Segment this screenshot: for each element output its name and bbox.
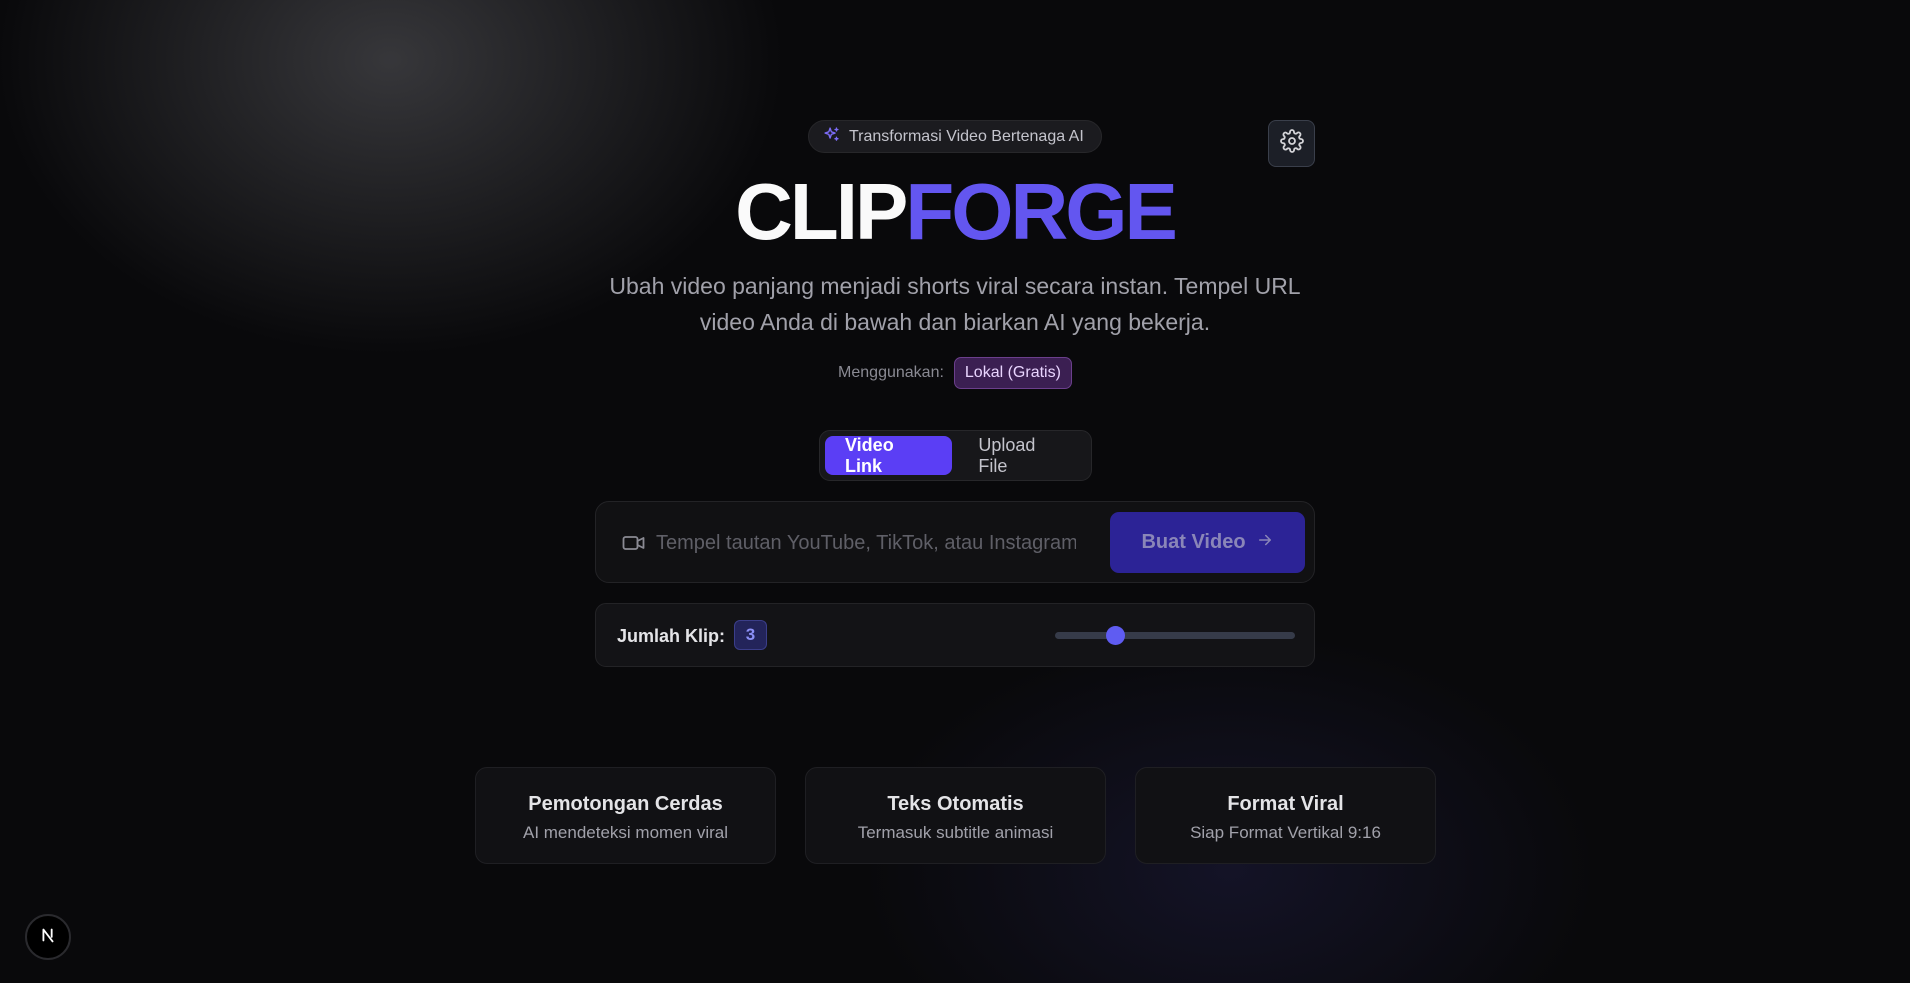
engine-label: Menggunakan: [838, 364, 944, 381]
url-form: Buat Video [595, 501, 1315, 583]
feature-description: Siap Format Vertikal 9:16 [1190, 823, 1381, 842]
app-title: CLIPFORGE [0, 167, 1910, 257]
feature-title: Format Viral [1227, 793, 1344, 815]
video-url-input[interactable] [656, 522, 1076, 564]
app-subtitle: Ubah video panjang menjadi shorts viral … [609, 273, 1301, 335]
feature-card-smart-cut: Pemotongan Cerdas AI mendeteksi momen vi… [475, 767, 776, 864]
title-clip: CLIP [735, 167, 908, 256]
sparkles-icon [823, 126, 840, 148]
clip-count-value: 3 [734, 620, 767, 650]
app-root: Transformasi Video Bertenaga AI CLIPFORG… [0, 0, 1910, 983]
ai-badge-label: Transformasi Video Bertenaga AI [849, 127, 1084, 145]
input-mode-tabs: Video Link Upload File [819, 430, 1092, 481]
settings-button[interactable] [1268, 120, 1315, 167]
ai-badge: Transformasi Video Bertenaga AI [808, 120, 1102, 153]
clip-count-slider[interactable] [1055, 626, 1295, 645]
slider-thumb[interactable] [1106, 626, 1125, 645]
arrow-right-icon [1256, 531, 1274, 555]
feature-card-viral-format: Format Viral Siap Format Vertikal 9:16 [1135, 767, 1436, 864]
title-forge: FORGE [905, 167, 1177, 256]
engine-indicator: Menggunakan: Lokal (Gratis) [0, 357, 1910, 389]
feature-title: Pemotongan Cerdas [528, 793, 723, 815]
feature-title: Teks Otomatis [887, 793, 1024, 815]
tab-upload-file[interactable]: Upload File [958, 435, 1086, 476]
tab-video-link[interactable]: Video Link [825, 435, 953, 476]
feature-description: Termasuk subtitle animasi [857, 823, 1054, 842]
clip-count-panel: Jumlah Klip: 3 [595, 603, 1315, 667]
feature-description: AI mendeteksi momen viral [522, 823, 729, 842]
create-video-button[interactable]: Buat Video [1110, 512, 1305, 573]
gear-icon [1279, 129, 1304, 158]
feature-card-auto-captions: Teks Otomatis Termasuk subtitle animasi [805, 767, 1106, 864]
nextjs-logo-icon [37, 924, 59, 951]
engine-badge: Lokal (Gratis) [953, 357, 1072, 389]
clip-count-label: Jumlah Klip: [617, 626, 726, 646]
nextjs-devtools-button[interactable] [25, 914, 71, 960]
create-video-label: Buat Video [1141, 531, 1246, 553]
